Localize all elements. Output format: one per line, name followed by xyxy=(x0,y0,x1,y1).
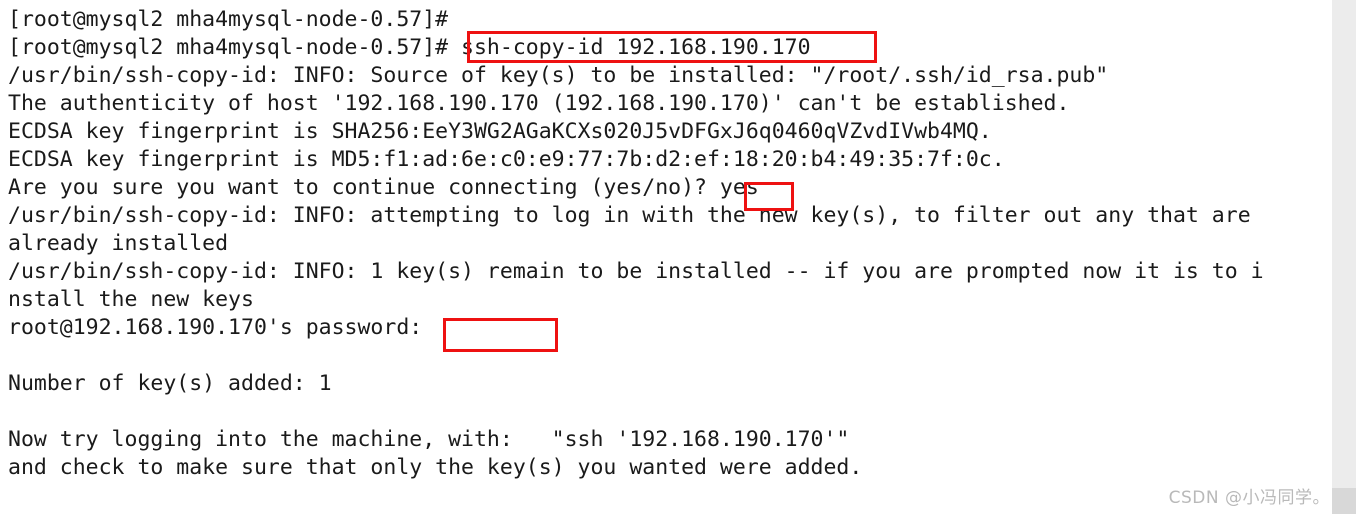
terminal-line: nstall the new keys xyxy=(8,287,254,312)
terminal-line: The authenticity of host '192.168.190.17… xyxy=(8,91,1070,116)
terminal-line-keys-added: Number of key(s) added: 1 xyxy=(8,371,332,396)
terminal-line: already installed xyxy=(8,231,229,256)
terminal-screenshot: [root@mysql2 mha4mysql-node-0.57]# [root… xyxy=(0,0,1356,514)
terminal-line-password-prompt: root@192.168.190.170's password: xyxy=(8,315,423,340)
terminal-line: and check to make sure that only the key… xyxy=(8,455,863,480)
terminal-line-sha256-fingerprint: ECDSA key fingerprint is SHA256:EeY3WG2A… xyxy=(8,119,992,144)
terminal-output-area[interactable]: [root@mysql2 mha4mysql-node-0.57]# [root… xyxy=(0,0,1332,514)
terminal-line-command: [root@mysql2 mha4mysql-node-0.57]# ssh-c… xyxy=(8,35,811,60)
terminal-line: /usr/bin/ssh-copy-id: INFO: attempting t… xyxy=(8,203,1251,228)
terminal-line-confirm-prompt: Are you sure you want to continue connec… xyxy=(8,175,759,200)
csdn-watermark: CSDN @小冯同学。 xyxy=(1168,488,1330,508)
right-gutter-strip xyxy=(1332,0,1356,514)
terminal-line: /usr/bin/ssh-copy-id: INFO: 1 key(s) rem… xyxy=(8,259,1264,284)
terminal-line: [root@mysql2 mha4mysql-node-0.57]# xyxy=(8,7,449,32)
terminal-line: /usr/bin/ssh-copy-id: INFO: Source of ke… xyxy=(8,63,1109,88)
terminal-line-login-hint: Now try logging into the machine, with: … xyxy=(8,427,850,452)
terminal-line-md5-fingerprint: ECDSA key fingerprint is MD5:f1:ad:6e:c0… xyxy=(8,147,1005,172)
watermark-badge xyxy=(1332,488,1356,514)
